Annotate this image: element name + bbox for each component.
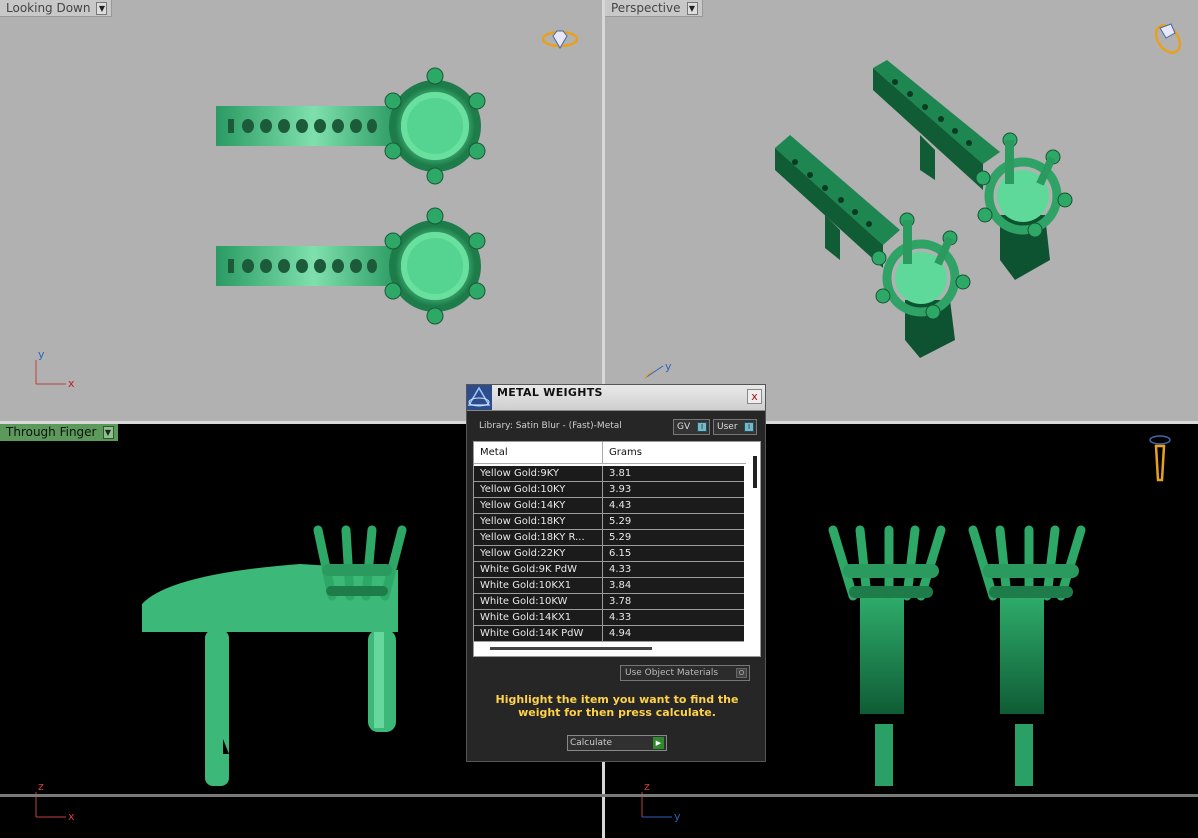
cell-grams: 4.33 xyxy=(609,564,632,575)
table-row[interactable]: Yellow Gold:22KY 6.15 xyxy=(474,546,744,562)
column-header-metal[interactable]: Metal xyxy=(474,442,603,463)
cell-metal: White Gold:9K PdW xyxy=(474,562,603,577)
instruction-text: Highlight the item you want to find the … xyxy=(495,693,739,719)
ring-model-side xyxy=(142,525,407,786)
user-toggle[interactable]: User I xyxy=(713,419,757,435)
calculate-button[interactable]: Calculate ▶ xyxy=(567,735,667,751)
axis-triad-icon xyxy=(35,360,66,385)
column-header-grams[interactable]: Grams xyxy=(603,442,642,463)
app-root: y x Looking Down ▼ y Perspective ▼ z x T… xyxy=(0,0,1198,838)
horizontal-scrollbar[interactable] xyxy=(490,647,652,650)
view-cube-ring-icon[interactable] xyxy=(541,30,579,49)
chevron-down-icon[interactable]: ▼ xyxy=(96,1,108,15)
use-object-materials-toggle[interactable]: Use Object Materials O xyxy=(620,665,750,681)
cell-grams: 4.33 xyxy=(609,612,632,623)
user-toggle-label: User xyxy=(717,422,738,432)
library-label: Library: Satin Blur - (Fast)-Metal xyxy=(479,421,622,431)
toggle-switch-icon: I xyxy=(697,422,707,432)
viewport-menu-through-finger[interactable]: Through Finger ▼ xyxy=(0,424,118,441)
view-cube-side-icon[interactable] xyxy=(1149,435,1171,482)
cell-metal: Yellow Gold:18KY xyxy=(474,514,603,529)
cell-metal: Yellow Gold:22KY xyxy=(474,546,603,561)
viewport-looking-down[interactable]: y x Looking Down ▼ xyxy=(0,0,602,421)
axis-triad-icon xyxy=(644,365,664,379)
cell-grams: 4.43 xyxy=(609,500,632,511)
cell-metal: Yellow Gold:18KY R... xyxy=(474,530,603,545)
table-header: Metal Grams xyxy=(474,442,746,464)
close-icon[interactable]: x xyxy=(747,389,762,404)
ring-model-side-right xyxy=(968,525,1086,786)
cell-grams: 6.15 xyxy=(609,548,632,559)
chevron-down-icon[interactable]: ▼ xyxy=(686,1,698,15)
cell-metal: White Gold:14KX1 xyxy=(474,610,603,625)
app-logo-icon xyxy=(467,385,492,410)
table-row[interactable]: Yellow Gold:14KY 4.43 xyxy=(474,498,744,514)
table-row[interactable]: Yellow Gold:9KY 3.81 xyxy=(474,466,744,482)
dialog-title: METAL WEIGHTS xyxy=(497,386,603,399)
cell-metal: White Gold:10KW xyxy=(474,594,603,609)
ring-model-top xyxy=(216,67,486,185)
viewport-perspective[interactable]: y Perspective ▼ xyxy=(605,0,1198,421)
cell-metal: White Gold:10KX1 xyxy=(474,578,603,593)
perspective-scene: y xyxy=(644,21,1185,379)
play-icon: ▶ xyxy=(653,737,664,749)
ring-model-persp-front xyxy=(775,135,971,358)
dialog-title-bar[interactable]: METAL WEIGHTS x xyxy=(467,385,765,411)
cell-metal: Yellow Gold:10KY xyxy=(474,482,603,497)
cell-metal: White Gold:14K PdW xyxy=(474,626,603,641)
table-row[interactable]: Yellow Gold:18KY 5.29 xyxy=(474,514,744,530)
table-row[interactable]: White Gold:10KW 3.78 xyxy=(474,594,744,610)
axis-label-b: y xyxy=(674,810,681,823)
use-object-materials-label: Use Object Materials xyxy=(625,668,719,678)
status-strip xyxy=(0,794,1198,797)
viewport-title: Through Finger xyxy=(6,425,97,439)
cell-metal: Yellow Gold:9KY xyxy=(474,466,603,481)
radio-icon: O xyxy=(736,668,747,678)
table-row[interactable]: White Gold:14KX1 4.33 xyxy=(474,610,744,626)
calculate-label: Calculate xyxy=(570,738,613,748)
vertical-scrollbar[interactable] xyxy=(753,456,757,488)
axis-label-a: z xyxy=(38,780,44,793)
gv-toggle[interactable]: GV I xyxy=(673,419,710,435)
view-cube-perspective-icon[interactable] xyxy=(1151,21,1185,57)
cell-grams: 3.84 xyxy=(609,580,632,591)
metal-table[interactable]: Metal Grams Yellow Gold:9KY 3.81 Yellow G… xyxy=(473,441,761,657)
toggle-switch-icon: I xyxy=(744,422,754,432)
table-row[interactable]: Yellow Gold:10KY 3.93 xyxy=(474,482,744,498)
cell-grams: 3.78 xyxy=(609,596,632,607)
cell-grams: 3.93 xyxy=(609,484,632,495)
cell-grams: 5.29 xyxy=(609,532,632,543)
looking-down-scene: y x xyxy=(35,30,579,390)
cell-grams: 5.29 xyxy=(609,516,632,527)
cell-grams: 3.81 xyxy=(609,468,632,479)
viewport-menu-perspective[interactable]: Perspective ▼ xyxy=(605,0,703,17)
axis-label-a: z xyxy=(644,780,650,793)
viewport-menu-looking-down[interactable]: Looking Down ▼ xyxy=(0,0,113,17)
cell-metal: Yellow Gold:14KY xyxy=(474,498,603,513)
table-row[interactable]: White Gold:9K PdW 4.33 xyxy=(474,562,744,578)
cell-grams: 4.94 xyxy=(609,628,632,639)
chevron-down-icon[interactable]: ▼ xyxy=(102,426,114,439)
metal-weights-dialog: METAL WEIGHTS x Library: Satin Blur - (F… xyxy=(466,384,766,762)
table-row[interactable]: White Gold:10KX1 3.84 xyxy=(474,578,744,594)
viewport-title: Looking Down xyxy=(6,0,91,15)
ring-model-side-left xyxy=(828,525,946,786)
viewport-title: Perspective xyxy=(611,0,681,15)
ring-model-bottom xyxy=(216,207,486,325)
table-row[interactable]: Yellow Gold:18KY R... 5.29 xyxy=(474,530,744,546)
axis-label-b: x xyxy=(68,377,75,390)
table-rows: Yellow Gold:9KY 3.81 Yellow Gold:10KY 3.93… xyxy=(474,466,744,642)
axis-label-a: y xyxy=(38,348,45,361)
axis-label-b: x xyxy=(68,810,75,823)
gv-toggle-label: GV xyxy=(677,422,691,432)
axis-label-a: y xyxy=(665,360,672,373)
table-row[interactable]: White Gold:14K PdW 4.94 xyxy=(474,626,744,642)
